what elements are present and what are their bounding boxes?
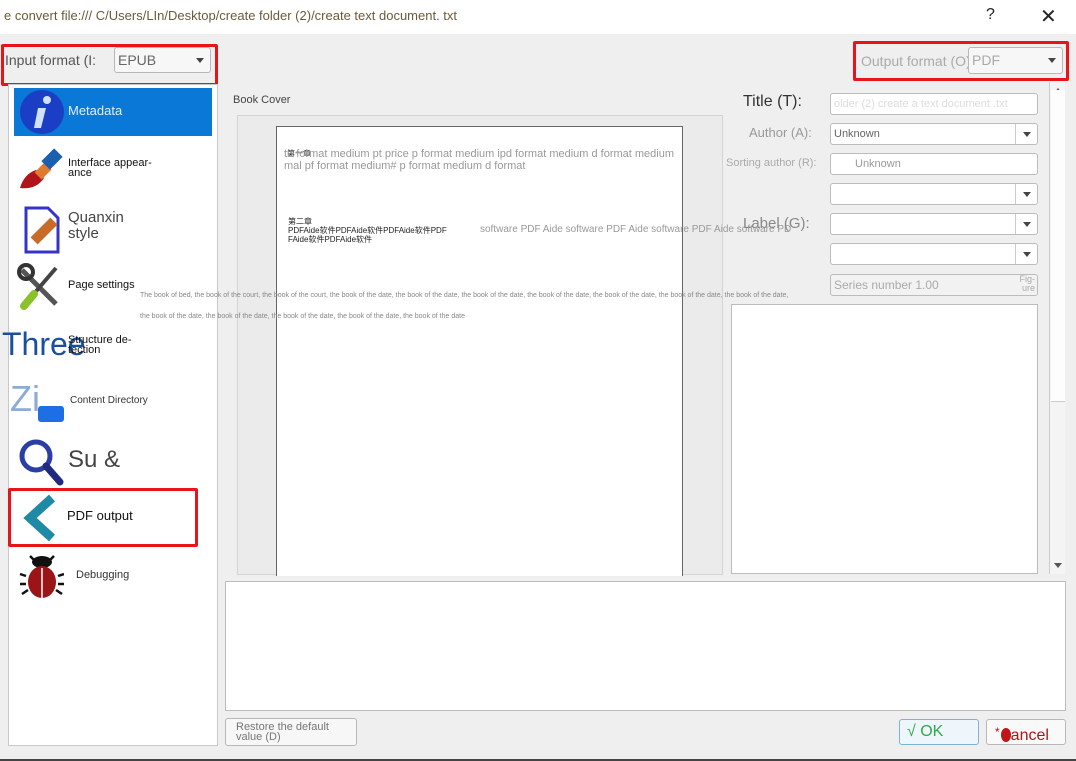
toc-badge-icon xyxy=(38,406,64,422)
chevron-down-icon[interactable] xyxy=(1015,244,1037,264)
overlay-text-line: The book of bed, the book of the court, … xyxy=(140,292,789,299)
info-icon xyxy=(20,90,64,134)
title-label: Title (T): xyxy=(743,93,802,110)
author-value: Unknown xyxy=(834,128,880,140)
toc-icon: Zi xyxy=(10,378,40,419)
sidebar-item-page-settings[interactable]: Page settings xyxy=(14,260,212,310)
sort-author-label: Sorting author (R): xyxy=(726,157,817,169)
cover-text-line: PDFAide软件PDFAide软件PDFAide软件PDF xyxy=(288,226,447,235)
tags-combo[interactable] xyxy=(830,213,1038,235)
sidebar-item-search-replace[interactable]: Su & xyxy=(14,436,212,486)
bug-icon xyxy=(19,555,64,598)
cover-text-line: FAide软件PDFAide软件 xyxy=(288,235,373,244)
output-format-value: PDF xyxy=(972,52,1000,68)
sidebar-item-interface-appearance[interactable]: Interface appear- ance xyxy=(14,146,212,194)
cover-text-line: mal pf format medium# p format medium d … xyxy=(284,160,526,172)
book-cover-label: Book Cover xyxy=(233,94,291,106)
ok-button[interactable]: √ OK xyxy=(899,719,979,745)
sidebar-item-label: Page settings xyxy=(68,279,135,291)
log-panel xyxy=(225,581,1066,711)
cancel-button[interactable]: * ancel xyxy=(986,719,1066,745)
sidebar-item-label: PDF output xyxy=(67,508,133,523)
restore-defaults-button[interactable]: Restore the default value (D) xyxy=(225,718,357,746)
paintbrush-icon xyxy=(20,148,63,189)
overlay-text-line: the book of the date, the book of the da… xyxy=(140,313,465,320)
author-label: Author (A): xyxy=(749,125,812,140)
series-number-suffix: Fig- ure xyxy=(1019,274,1036,293)
close-button[interactable]: ✕ xyxy=(1040,4,1057,29)
sidebar-item-label: Metadata xyxy=(68,103,123,118)
sidebar-item-label: Su & xyxy=(68,446,121,473)
sidebar-item-structure-detection[interactable]: Three Structure de- tection xyxy=(0,320,210,368)
sidebar-item-label: Interface appear- ance xyxy=(68,157,152,179)
cancel-label: ancel xyxy=(1010,727,1049,744)
input-format-label: Input format (I: xyxy=(5,52,97,68)
series-combo[interactable] xyxy=(830,243,1038,265)
output-format-label: Output format (O) : xyxy=(861,53,979,69)
title-bar: e convert file:/// C/Users/LIn/Desktop/c… xyxy=(0,0,1076,34)
sort-author-value: Unknown xyxy=(855,158,901,170)
window-title: e convert file:/// C/Users/LIn/Desktop/c… xyxy=(4,8,458,23)
chevron-down-icon[interactable] xyxy=(1015,214,1037,234)
cancel-prefix: * xyxy=(995,725,1000,739)
sidebar-item-metadata[interactable]: Metadata xyxy=(14,88,212,136)
cover-text-line: tu format medium pt price p format mediu… xyxy=(284,148,675,160)
sidebar-item-label: Content Directory xyxy=(70,395,148,406)
document-edit-icon xyxy=(24,206,60,254)
chevron-left-icon xyxy=(23,494,56,542)
metadata-scrollbar[interactable] xyxy=(1049,82,1065,574)
sidebar-item-pdf-output[interactable]: PDF output xyxy=(14,492,212,542)
cancel-icon xyxy=(1000,728,1011,742)
help-button[interactable]: ? xyxy=(986,6,995,24)
chevron-down-icon xyxy=(1048,58,1056,63)
chevron-down-icon[interactable] xyxy=(1015,184,1037,204)
tags-label: Label (G): xyxy=(743,215,810,232)
scrollbar-thumb[interactable] xyxy=(1051,90,1065,402)
title-input[interactable]: older (2) create a text document .txt xyxy=(830,93,1038,115)
sort-author-input[interactable]: Unknown xyxy=(830,153,1038,175)
cover-chapter-2-block: 第二章 PDFAide软件PDFAide软件PDFAide软件PDF FAide… xyxy=(288,217,447,244)
series-number-input[interactable]: Series number 1.00 Fig- ure xyxy=(830,274,1038,296)
scroll-down-icon[interactable] xyxy=(1054,563,1062,568)
cover-chapter-2-title: 第二章 xyxy=(288,217,312,226)
cover-text-block: tu format medium pt price p format mediu… xyxy=(284,148,684,172)
sidebar-item-label: Debugging xyxy=(76,569,130,581)
output-format-select[interactable]: PDF xyxy=(968,47,1063,74)
chevron-down-icon xyxy=(196,58,204,63)
publisher-combo[interactable] xyxy=(830,183,1038,205)
sidebar-item-label: Structure de- tection xyxy=(68,334,132,356)
search-icon xyxy=(19,439,64,486)
sidebar-item-debugging[interactable]: Debugging xyxy=(14,550,212,598)
comments-editor[interactable] xyxy=(731,304,1038,574)
chevron-down-icon[interactable] xyxy=(1015,124,1037,144)
author-combo[interactable]: Unknown xyxy=(830,123,1038,145)
book-cover-preview[interactable] xyxy=(276,126,683,576)
tools-icon xyxy=(17,263,58,310)
input-format-value: EPUB xyxy=(118,52,157,68)
sidebar-item-quanxin-style[interactable]: Quanxin style xyxy=(14,204,212,254)
series-number-placeholder: Series number 1.00 xyxy=(834,278,939,292)
title-value: older (2) create a text document .txt xyxy=(834,98,1008,110)
input-format-select[interactable]: EPUB xyxy=(114,47,211,73)
sidebar-item-label: Quanxin style xyxy=(68,209,124,242)
sidebar-item-content-directory[interactable]: Zi Content Directory xyxy=(10,378,208,426)
